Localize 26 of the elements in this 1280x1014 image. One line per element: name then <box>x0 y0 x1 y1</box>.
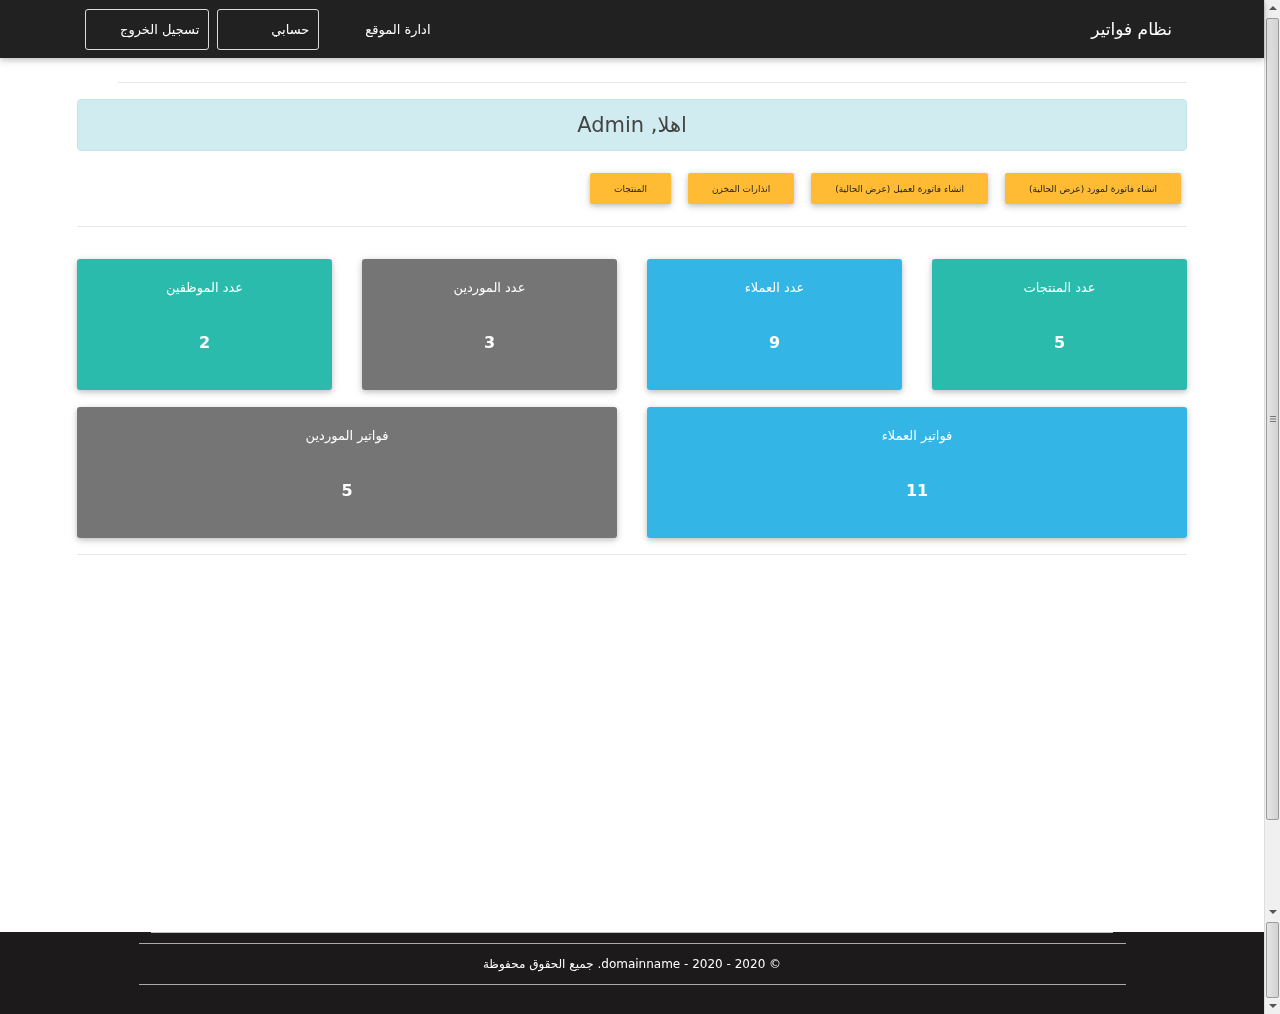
action-button[interactable]: المنتجات <box>590 173 671 204</box>
stat-value: 2 <box>198 333 211 353</box>
nav-link[interactable]: ادارة الموقع <box>365 21 431 37</box>
action-button[interactable]: انشاء فاتورة لمورد (عرض الحالية) <box>1005 173 1181 204</box>
nav-button[interactable]: تسجيل الخروج <box>85 8 210 50</box>
stat-title: عدد الموردين <box>453 279 526 298</box>
scrollbar-thumb[interactable] <box>1266 18 1279 820</box>
stat-value: 3 <box>483 333 496 353</box>
stat-title: عدد العملاء <box>744 279 805 297</box>
action-button[interactable]: انشاء فاتورة لعميل (عرض الحالية) <box>811 173 988 204</box>
brand-title[interactable]: نظام فواتير <box>1091 19 1172 39</box>
scrollbar-thumb[interactable] <box>1266 922 1279 998</box>
stat-value: 5 <box>1053 333 1066 353</box>
stat-title: عدد المنتجات <box>1023 279 1096 297</box>
action-button[interactable]: انذارات المخزن <box>687 173 795 204</box>
stat-title: عدد الموظفين <box>165 279 244 298</box>
invoice-value: 5 <box>341 481 353 501</box>
copyright-text: © 2020 - 2020 - domainname. جميع الحقوق محفوظة <box>481 956 783 974</box>
welcome-banner: اهلا, Admin <box>77 99 1187 151</box>
invoice-title: فواتير الموردين <box>305 427 389 446</box>
invoice-value: 11 <box>905 481 929 501</box>
stat-value: 9 <box>768 333 781 353</box>
invoice-title: فواتير العملاء <box>881 427 953 446</box>
scrollbar[interactable] <box>1264 0 1280 920</box>
nav-button[interactable]: حسابي <box>217 8 320 50</box>
scrollbar[interactable] <box>1264 920 1280 1014</box>
